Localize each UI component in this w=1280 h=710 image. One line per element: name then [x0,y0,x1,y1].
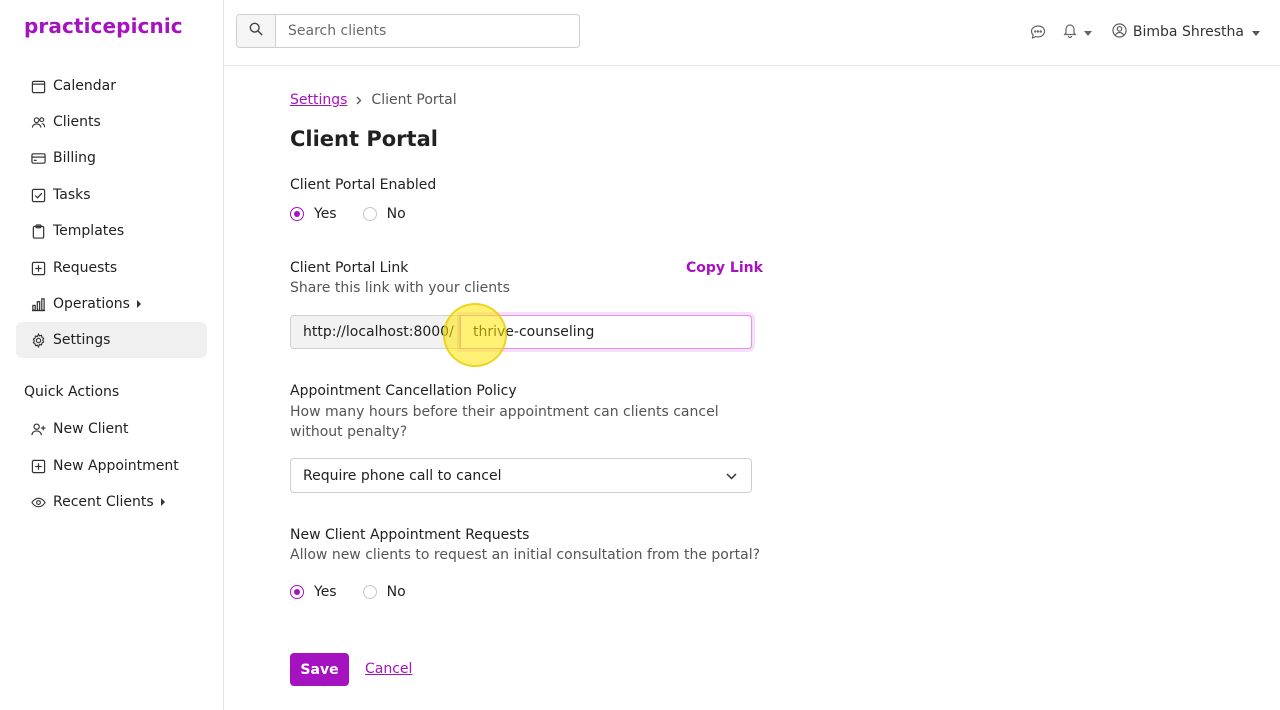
radio-label: Yes [314,584,337,600]
quick-action-recent-clients[interactable]: Recent Clients [16,484,207,520]
gear-icon [31,332,46,348]
breadcrumb: Settings Client Portal [290,92,457,108]
quick-action-new-client[interactable]: New Client [16,411,207,447]
topbar: Bimba Shrestha [224,0,1280,66]
sidebar-item-templates[interactable]: Templates [16,213,207,249]
quick-action-label: New Appointment [53,458,179,474]
topbar-actions: Bimba Shrestha [1030,22,1260,42]
search-button[interactable] [237,15,276,47]
calendar-plus-icon [31,459,46,474]
sidebar-item-billing[interactable]: Billing [16,140,207,176]
sidebar-item-requests[interactable]: Requests [16,250,207,286]
caret-right-icon [160,498,166,506]
quick-actions-heading: Quick Actions [24,384,120,400]
portal-link-prefix: http://localhost:8000/ [290,315,460,349]
credit-card-icon [31,151,46,166]
radio-label: Yes [314,206,337,222]
cancel-link[interactable]: Cancel [365,661,412,677]
select-value: Require phone call to cancel [303,467,502,484]
bar-chart-icon [31,297,46,312]
portal-slug-input[interactable] [460,315,752,349]
portal-enabled-yes-radio[interactable]: Yes [290,206,337,222]
quick-action-label: New Client [53,421,129,437]
cancellation-policy-label: Appointment Cancellation Policy [290,383,517,399]
sidebar-item-label: Templates [53,223,125,239]
eye-icon [31,495,46,510]
checkbox-icon [31,188,46,203]
radio-checked-indicator [290,585,304,599]
user-avatar-icon [1112,22,1127,42]
user-plus-icon [31,422,46,437]
clipboard-icon [31,223,46,239]
cancellation-policy-select[interactable]: Require phone call to cancel [290,458,752,493]
page-title: Client Portal [290,127,438,151]
app-logo[interactable]: practicepicnic [24,14,183,38]
search-icon [249,22,263,40]
sidebar-item-label: Calendar [53,78,116,94]
caret-right-icon [136,300,142,308]
user-menu[interactable]: Bimba Shrestha [1112,22,1260,42]
new-requests-label: New Client Appointment Requests [290,527,530,543]
new-requests-radio-group: Yes No [290,584,422,600]
radio-unchecked-indicator [362,207,377,221]
portal-enabled-radio-group: Yes No [290,206,422,222]
calendar-icon [31,79,46,94]
notifications-button[interactable] [1062,22,1092,42]
bell-icon [1062,22,1078,42]
breadcrumb-settings-link[interactable]: Settings [290,92,347,108]
plus-square-icon [31,261,46,276]
quick-action-new-appointment[interactable]: New Appointment [16,448,207,484]
user-name: Bimba Shrestha [1132,24,1244,40]
portal-link-input-group: http://localhost:8000/ [290,315,752,349]
sidebar-item-tasks[interactable]: Tasks [16,177,207,213]
sidebar-item-label: Billing [53,150,96,166]
new-requests-help: Allow new clients to request an initial … [290,547,761,563]
cancellation-policy-help: How many hours before their appointment … [290,404,719,440]
radio-unchecked-indicator [362,585,377,599]
sidebar-item-label: Settings [53,332,111,348]
chat-icon[interactable] [1030,24,1046,40]
portal-link-help: Share this link with your clients [290,280,510,296]
new-requests-yes-radio[interactable]: Yes [290,584,337,600]
save-button[interactable]: Save [290,653,349,686]
sidebar-item-clients[interactable]: Clients [16,104,207,140]
sidebar-item-label: Clients [53,114,101,130]
sidebar-item-label: Requests [53,260,118,276]
breadcrumb-current: Client Portal [371,92,457,108]
caret-down-icon [1252,24,1260,40]
users-icon [31,115,46,130]
radio-label: No [386,206,406,222]
sidebar-item-operations[interactable]: Operations [16,286,207,322]
portal-link-label: Client Portal Link [290,260,409,276]
sidebar-item-label: Operations [53,296,130,312]
sidebar: practicepicnic Calendar Clients Billing … [0,0,224,710]
sidebar-item-settings[interactable]: Settings [16,322,207,358]
caret-down-icon [1083,24,1092,40]
copy-link-button[interactable]: Copy Link [686,260,763,276]
chevron-right-icon [356,96,362,105]
search-box [236,14,580,48]
quick-action-label: Recent Clients [53,494,154,510]
chevron-down-icon [726,468,737,484]
radio-label: No [386,584,406,600]
portal-enabled-label: Client Portal Enabled [290,177,437,193]
sidebar-item-label: Tasks [53,187,91,203]
sidebar-item-calendar[interactable]: Calendar [16,68,207,104]
portal-enabled-no-radio[interactable]: No [362,206,406,222]
search-input[interactable] [276,15,579,47]
new-requests-no-radio[interactable]: No [362,584,406,600]
radio-checked-indicator [290,207,304,221]
